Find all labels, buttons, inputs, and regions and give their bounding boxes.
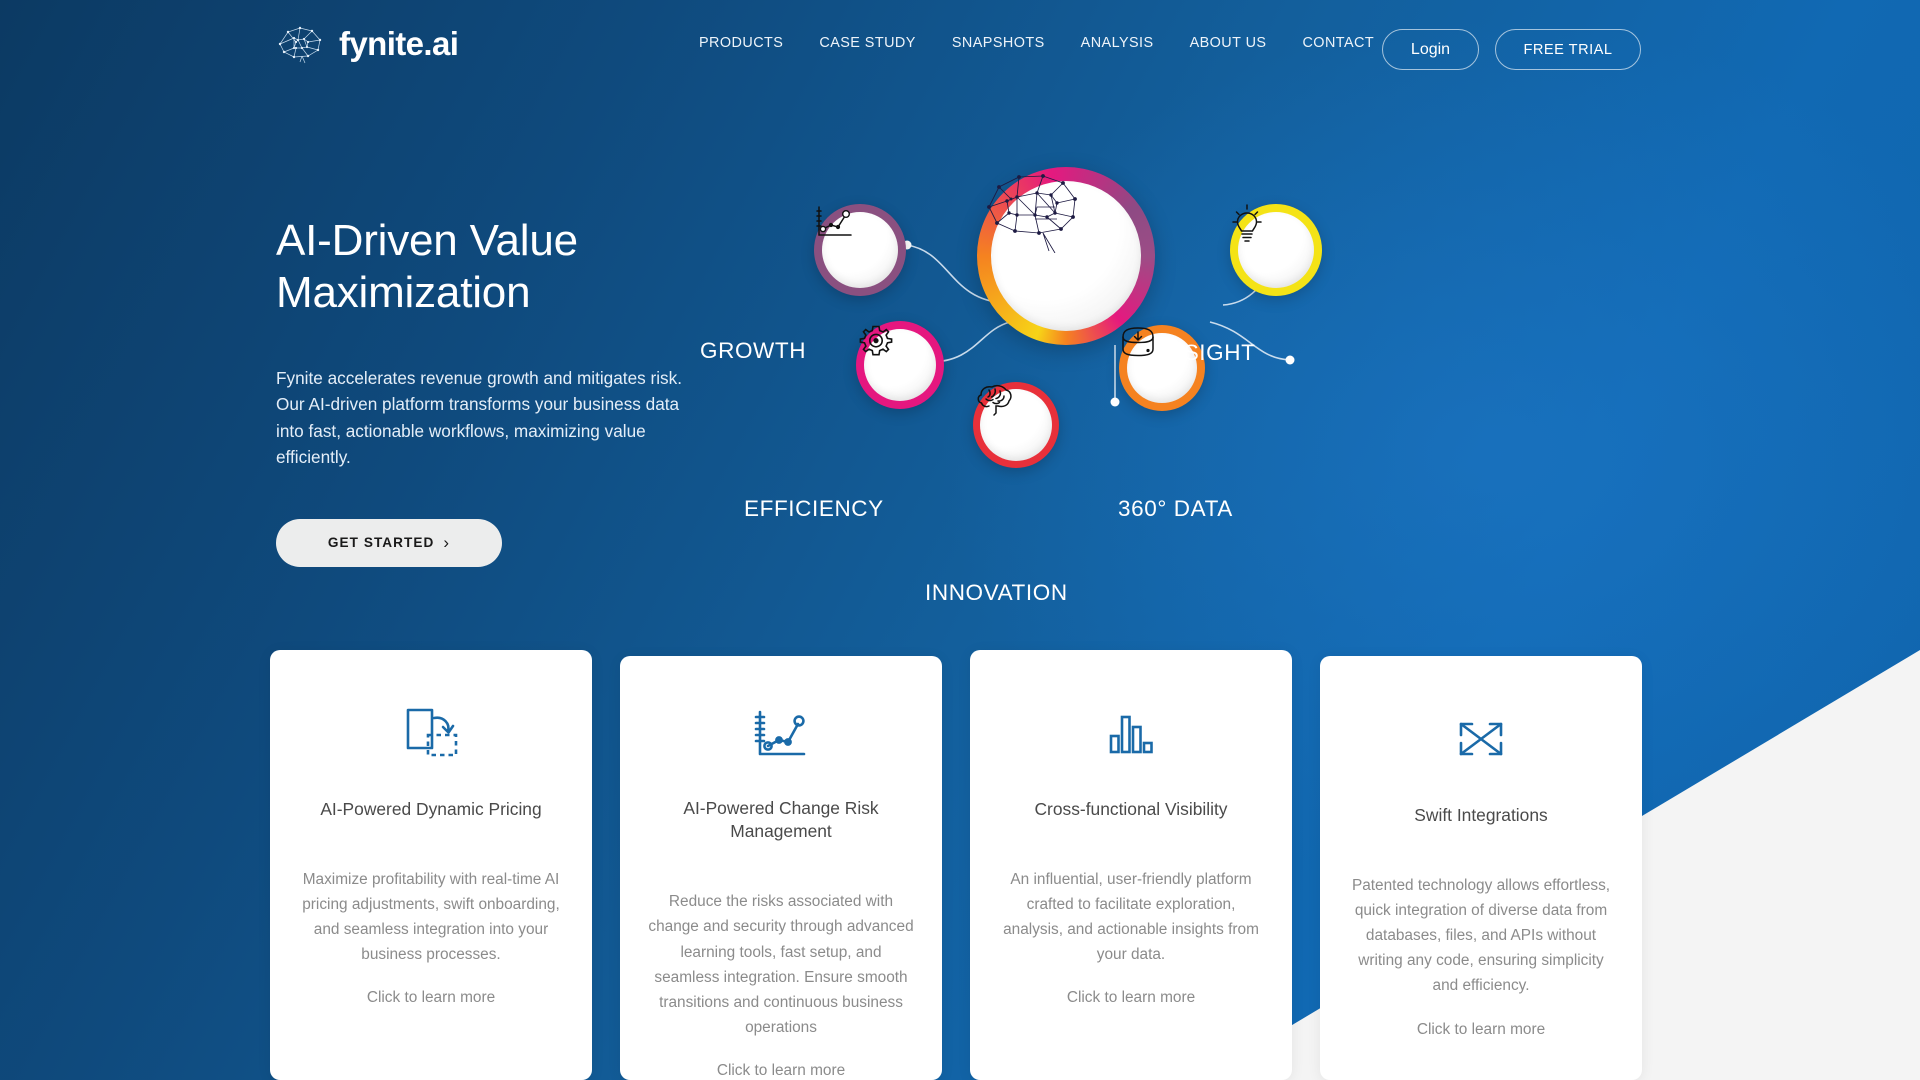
lightbulb-icon [1232,204,1262,242]
diagram-node-growth[interactable] [814,204,906,296]
feature-cards: AI-Powered Dynamic Pricing Maximize prof… [0,650,1920,1080]
feature-card-change-risk[interactable]: AI-Powered Change Risk Management Reduce… [620,656,942,1080]
brand-logo[interactable]: fynite.ai [274,20,459,66]
card-title: Cross-functional Visibility [1034,799,1228,819]
diagram-label-efficiency: EFFICIENCY [744,496,884,521]
nav-item-contact[interactable]: CONTACT [1284,35,1392,51]
card-description: Patented technology allows effortless, q… [1351,876,1611,995]
dynamic-pricing-icon [400,696,462,770]
chevron-right-icon: › [443,533,451,553]
get-started-button[interactable]: GET STARTED › [276,518,502,567]
diagram-label-innovation: INNOVATION [925,580,1068,605]
data-download-icon [1122,327,1154,357]
diagram-node-insight[interactable] [1230,204,1322,296]
hero-copy: AI-Driven Value Maximization Fynite acce… [276,215,746,567]
brand-name: fynite.ai [339,24,459,62]
nav-item-products[interactable]: PRODUCTS [681,35,801,51]
card-title: AI-Powered Change Risk Management [683,798,879,842]
card-learn-more-link[interactable]: Click to learn more [367,989,495,1007]
card-title: AI-Powered Dynamic Pricing [320,799,542,819]
swift-integration-icon [1452,702,1510,776]
brain-network-icon [278,26,322,64]
feature-card-swift-integrations[interactable]: Swift Integrations Patented technology a… [1320,656,1642,1080]
get-started-label: GET STARTED [327,535,435,551]
card-title: Swift Integrations [1414,805,1548,825]
page-title: AI-Driven Value Maximization [276,216,578,318]
change-risk-chart-icon [752,702,810,769]
hero-subtitle: Fynite accelerates revenue growth and mi… [276,367,683,468]
hero-section: fynite.ai PRODUCTS CASE STUDY SNAPSHOTS … [0,0,1920,1080]
bar-chart-icon [1107,696,1155,770]
login-button[interactable]: Login [1382,29,1479,70]
growth-chart-icon [816,206,852,236]
card-learn-more-link[interactable]: Click to learn more [1067,989,1195,1007]
card-learn-more-link[interactable]: Click to learn more [717,1062,845,1080]
nav-item-about-us[interactable]: ABOUT US [1172,35,1285,51]
diagram-label-insight: INSIGHT [1160,340,1256,365]
gear-icon [859,325,893,356]
nav-item-case-study[interactable]: CASE STUDY [801,35,933,51]
diagram-node-innovation[interactable] [973,382,1059,468]
card-description: An influential, user-friendly platform c… [1003,870,1259,964]
brain-icon [977,384,1012,416]
diagram-label-data: 360° DATA [1118,496,1233,521]
site-header: fynite.ai PRODUCTS CASE STUDY SNAPSHOTS … [0,0,1920,98]
diagram-node-efficiency[interactable] [856,321,944,409]
header-actions: Login FREE TRIAL [1382,29,1641,70]
diagram-label-growth: GROWTH [700,338,807,363]
nav-item-snapshots[interactable]: SNAPSHOTS [934,35,1063,51]
capability-diagram: GROWTH INSIGHT EFFICIENCY INNOVATION 360… [700,140,1530,610]
main-navigation: PRODUCTS CASE STUDY SNAPSHOTS ANALYSIS A… [681,35,1392,51]
free-trial-button[interactable]: FREE TRIAL [1495,29,1641,70]
card-description: Maximize profitability with real-time AI… [302,870,560,964]
diagram-node-data[interactable] [1119,325,1205,411]
card-learn-more-link[interactable]: Click to learn more [1417,1021,1545,1039]
diagram-node-center[interactable] [977,167,1155,345]
brain-network-icon [987,174,1077,253]
card-description: Reduce the risks associated with change … [648,893,914,1036]
feature-card-dynamic-pricing[interactable]: AI-Powered Dynamic Pricing Maximize prof… [270,650,592,1080]
nav-item-analysis[interactable]: ANALYSIS [1063,35,1172,51]
feature-card-visibility[interactable]: Cross-functional Visibility An influenti… [970,650,1292,1080]
